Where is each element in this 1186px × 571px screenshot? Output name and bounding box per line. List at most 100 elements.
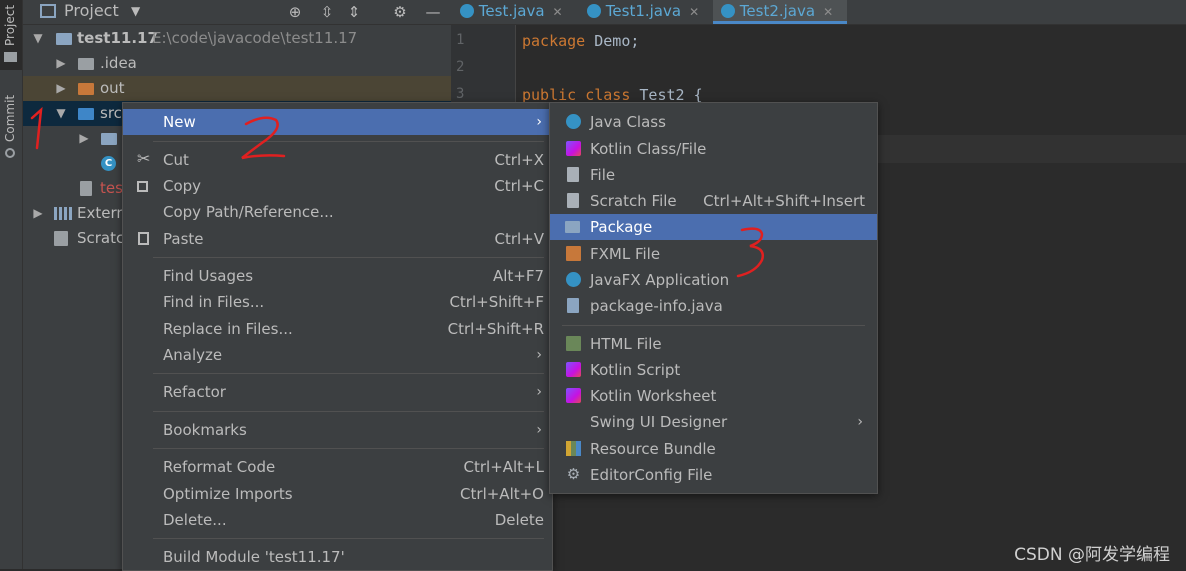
folder-icon xyxy=(78,83,94,95)
menu-label: package-info.java xyxy=(590,297,723,315)
chevron-right-icon: › xyxy=(536,347,542,363)
menu-item-java-class[interactable]: Java Class xyxy=(550,109,877,135)
html-icon xyxy=(566,336,581,351)
menu-item-kotlin-class[interactable]: Kotlin Class/File xyxy=(550,136,877,162)
menu-label: Reformat Code xyxy=(163,458,276,476)
chevron-right-icon[interactable]: ▶ xyxy=(31,201,45,226)
annotation-number-3 xyxy=(736,227,764,278)
menu-shortcut: Alt+F7 xyxy=(492,267,544,285)
menu-divider xyxy=(153,411,544,412)
menu-label: Refactor xyxy=(163,383,226,401)
tree-item-label: .idea xyxy=(100,54,137,72)
menu-label: FXML File xyxy=(590,245,661,263)
menu-item-swing-ui-designer[interactable]: Swing UI Designer › xyxy=(550,409,877,435)
menu-item-replace-in-files[interactable]: Replace in Files... Ctrl+Shift+R xyxy=(123,316,552,342)
fxml-icon xyxy=(566,246,581,261)
code-text: Demo; xyxy=(585,32,640,50)
expand-all-icon[interactable]: ⇳ xyxy=(317,3,337,21)
menu-item-find-in-files[interactable]: Find in Files... Ctrl+Shift+F xyxy=(123,289,552,315)
menu-item-editorconfig-file[interactable]: ⚙ EditorConfig File xyxy=(550,462,877,488)
annotation-number-2 xyxy=(241,116,286,160)
menu-label: Kotlin Class/File xyxy=(590,140,707,158)
menu-item-resource-bundle[interactable]: Resource Bundle xyxy=(550,436,877,462)
menu-item-cut[interactable]: ✂ Cut Ctrl+X xyxy=(123,147,552,173)
package-icon xyxy=(101,133,117,145)
menu-item-reformat-code[interactable]: Reformat Code Ctrl+Alt+L xyxy=(123,454,552,480)
menu-item-html-file[interactable]: HTML File xyxy=(550,331,877,357)
keyword: package xyxy=(522,32,586,50)
menu-item-refactor[interactable]: Refactor › xyxy=(123,379,552,405)
copy-icon xyxy=(137,181,148,192)
menu-label: Find in Files... xyxy=(163,293,265,311)
tree-row-out[interactable]: ▶ out xyxy=(23,76,451,101)
gear-icon[interactable]: ⚙ xyxy=(390,3,410,21)
menu-label: EditorConfig File xyxy=(590,466,713,484)
target-icon[interactable]: ⊕ xyxy=(285,3,305,21)
menu-item-javafx-application[interactable]: JavaFX Application xyxy=(550,267,877,293)
menu-item-file[interactable]: File xyxy=(550,162,877,188)
close-icon[interactable]: ✕ xyxy=(823,5,833,19)
menu-item-kotlin-worksheet[interactable]: Kotlin Worksheet xyxy=(550,383,877,409)
java-class-icon xyxy=(566,272,581,287)
menu-shortcut: Ctrl+Shift+R xyxy=(447,320,544,338)
chevron-down-icon[interactable]: ▼ xyxy=(31,26,45,51)
chevron-right-icon: › xyxy=(536,422,542,438)
collapse-all-icon[interactable]: ⇕ xyxy=(344,3,364,21)
menu-label: Package xyxy=(590,218,653,236)
tree-row-idea[interactable]: ▶ .idea xyxy=(23,51,451,76)
menu-item-delete[interactable]: Delete... Delete xyxy=(123,507,552,533)
menu-item-bookmarks[interactable]: Bookmarks › xyxy=(123,417,552,443)
menu-label: Find Usages xyxy=(163,267,254,285)
chevron-down-icon[interactable]: ▼ xyxy=(131,0,140,22)
tab-label: Test2.java xyxy=(739,2,816,20)
menu-item-scratch-file[interactable]: Scratch File Ctrl+Alt+Shift+Insert xyxy=(550,188,877,214)
project-view-selector[interactable]: Project xyxy=(64,0,119,22)
root-path: E:\code\javacode\test11.17 xyxy=(152,29,358,47)
commit-icon xyxy=(5,148,15,158)
menu-label: Optimize Imports xyxy=(163,485,293,503)
menu-item-package-info[interactable]: package-info.java xyxy=(550,293,877,319)
close-icon[interactable]: ✕ xyxy=(553,5,563,19)
minimize-icon[interactable]: — xyxy=(423,3,443,21)
tab-label: Test.java xyxy=(478,2,545,20)
menu-label: File xyxy=(590,166,616,184)
chevron-right-icon[interactable]: ▶ xyxy=(54,51,68,76)
kotlin-icon xyxy=(566,141,581,156)
tab-test1-java[interactable]: Test1.java ✕ xyxy=(587,0,709,24)
menu-item-copy-path[interactable]: Copy Path/Reference... xyxy=(123,199,552,225)
menu-item-copy[interactable]: Copy Ctrl+C xyxy=(123,173,552,199)
menu-item-build-module[interactable]: Build Module 'test11.17' xyxy=(123,544,552,570)
tree-item-label: Scratc xyxy=(77,229,125,247)
scratch-file-icon xyxy=(567,193,579,208)
menu-item-kotlin-script[interactable]: Kotlin Script xyxy=(550,357,877,383)
menu-item-package[interactable]: Package xyxy=(550,214,877,240)
tab-test2-java[interactable]: Test2.java ✕ xyxy=(713,0,847,24)
menu-label: Kotlin Script xyxy=(590,361,681,379)
commit-tool-tab[interactable]: Commit xyxy=(0,86,22,166)
menu-label: Build Module 'test11.17' xyxy=(163,548,345,566)
tab-test-java[interactable]: Test.java ✕ xyxy=(460,0,578,24)
tree-item-label: tes xyxy=(100,179,123,197)
scissors-icon: ✂ xyxy=(137,149,151,168)
menu-item-fxml-file[interactable]: FXML File xyxy=(550,241,877,267)
menu-label: New xyxy=(163,113,196,131)
commit-tool-tab-label: Commit xyxy=(3,94,17,142)
java-file-icon xyxy=(567,298,579,313)
chevron-right-icon[interactable]: ▶ xyxy=(54,76,68,101)
project-tool-tab[interactable]: Project xyxy=(0,0,22,70)
menu-label: Bookmarks xyxy=(163,421,247,439)
menu-item-new[interactable]: New › xyxy=(123,109,552,135)
menu-divider xyxy=(153,538,544,539)
code-line-1[interactable]: package Demo; xyxy=(522,32,639,50)
chevron-down-icon[interactable]: ▼ xyxy=(54,101,68,126)
menu-item-paste[interactable]: Paste Ctrl+V xyxy=(123,226,552,252)
java-class-icon xyxy=(460,4,474,18)
tree-item-label: src xyxy=(100,104,122,122)
menu-shortcut: Delete xyxy=(494,511,544,529)
menu-item-optimize-imports[interactable]: Optimize Imports Ctrl+Alt+O xyxy=(123,481,552,507)
tree-row-root[interactable]: ▼ test11.17 E:\code\javacode\test11.17 xyxy=(23,26,451,51)
chevron-right-icon[interactable]: ▶ xyxy=(77,126,91,151)
menu-item-analyze[interactable]: Analyze › xyxy=(123,342,552,368)
menu-item-find-usages[interactable]: Find Usages Alt+F7 xyxy=(123,263,552,289)
close-icon[interactable]: ✕ xyxy=(689,5,699,19)
